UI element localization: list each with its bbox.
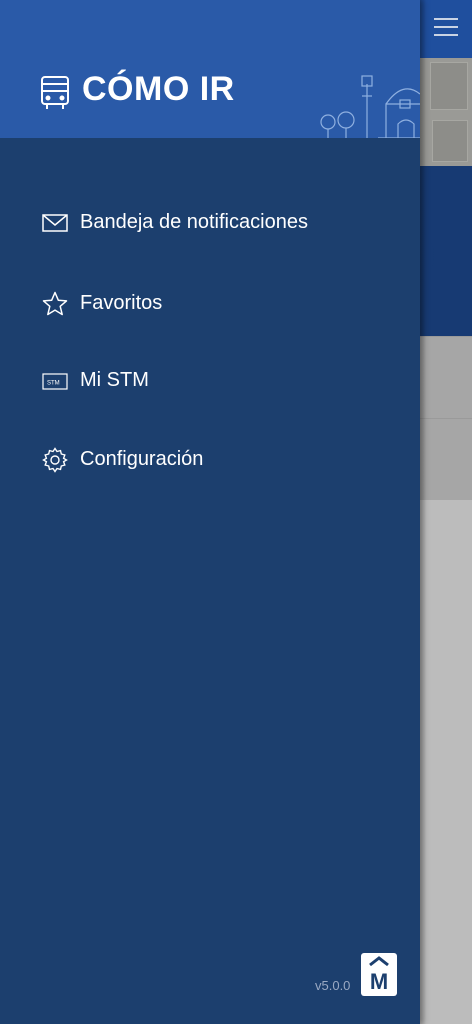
menu-item-label: Configuración [80,448,204,470]
gear-icon [42,447,68,473]
metro-logo-icon: M [361,953,397,996]
map-building [430,62,468,110]
drawer-shadow [420,0,426,1024]
menu-item-mi-stm[interactable]: STM Mi STM [0,354,420,410]
bus-icon [41,76,69,109]
menu-item-label: Bandeja de notificaciones [80,211,308,233]
star-icon [42,291,68,316]
logo-letter: M [370,969,388,994]
hamburger-menu-icon[interactable] [434,18,458,36]
menu-item-favorites[interactable]: Favoritos [0,277,420,333]
app-version: v5.0.0 [315,978,351,993]
mail-icon [42,214,68,232]
menu-item-label: Mi STM [80,369,149,391]
drawer-header: CÓMO IR [0,0,420,138]
stm-card-icon: STM [42,373,68,390]
stm-card-text: STM [47,381,60,387]
city-illustration-icon [320,75,420,138]
menu-item-notifications[interactable]: Bandeja de notificaciones [0,196,420,252]
menu-item-label: Favoritos [80,292,163,314]
logo-mark: M [369,956,389,994]
app-title: CÓMO IR [82,70,235,108]
navigation-drawer: CÓMO IR Bandeja de notificaciones Favori… [0,0,420,1024]
menu-item-settings[interactable]: Configuración [0,433,420,489]
map-building [432,120,468,162]
